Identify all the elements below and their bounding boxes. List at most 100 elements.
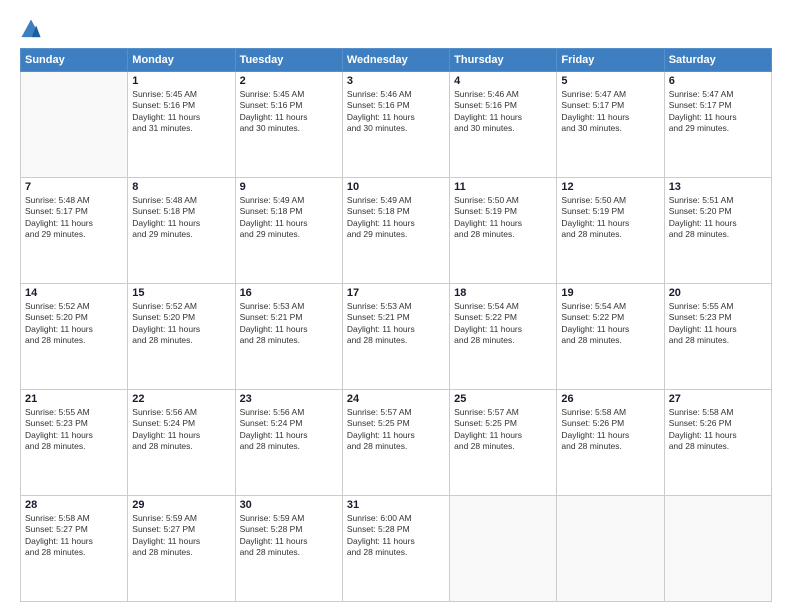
calendar-week-row: 28 Sunrise: 5:58 AM Sunset: 5:27 PM Dayli… [21, 496, 772, 602]
calendar-cell: 20 Sunrise: 5:55 AM Sunset: 5:23 PM Dayli… [664, 284, 771, 390]
day-number: 17 [347, 287, 445, 299]
calendar-cell: 18 Sunrise: 5:54 AM Sunset: 5:22 PM Dayli… [450, 284, 557, 390]
day-info: Sunrise: 5:54 AM Sunset: 5:22 PM Dayligh… [561, 301, 659, 347]
calendar-cell [21, 72, 128, 178]
calendar-cell: 30Sunrise: 5:59 AM Sunset: 5:28 PM Dayli… [235, 496, 342, 602]
logo-area [20, 18, 44, 40]
calendar-cell: 29 Sunrise: 5:59 AM Sunset: 5:27 PM Dayli… [128, 496, 235, 602]
calendar-cell: 9 Sunrise: 5:49 AM Sunset: 5:18 PM Daylig… [235, 178, 342, 284]
calendar-week-row: 21 Sunrise: 5:55 AM Sunset: 5:23 PM Dayli… [21, 390, 772, 496]
logo-icon [20, 18, 42, 40]
day-number: 1 [132, 75, 230, 87]
calendar-cell: 7 Sunrise: 5:48 AM Sunset: 5:17 PM Daylig… [21, 178, 128, 284]
calendar-cell: 1 Sunrise: 5:45 AM Sunset: 5:16 PM Daylig… [128, 72, 235, 178]
day-number: 22 [132, 393, 230, 405]
calendar-cell: 26Sunrise: 5:58 AM Sunset: 5:26 PM Dayli… [557, 390, 664, 496]
calendar-week-row: 1 Sunrise: 5:45 AM Sunset: 5:16 PM Daylig… [21, 72, 772, 178]
calendar-cell: 8 Sunrise: 5:48 AM Sunset: 5:18 PM Daylig… [128, 178, 235, 284]
day-info: Sunrise: 5:48 AM Sunset: 5:18 PM Dayligh… [132, 195, 230, 241]
day-info: Sunrise: 5:49 AM Sunset: 5:18 PM Dayligh… [240, 195, 338, 241]
day-number: 15 [132, 287, 230, 299]
calendar-cell: 19 Sunrise: 5:54 AM Sunset: 5:22 PM Dayli… [557, 284, 664, 390]
day-number: 8 [132, 181, 230, 193]
day-info: Sunrise: 5:47 AM Sunset: 5:17 PM Dayligh… [669, 89, 767, 135]
day-number: 27 [669, 393, 767, 405]
calendar-cell: 6 Sunrise: 5:47 AM Sunset: 5:17 PM Daylig… [664, 72, 771, 178]
day-number: 2 [240, 75, 338, 87]
day-info: Sunrise: 5:55 AM Sunset: 5:23 PM Dayligh… [25, 407, 123, 453]
day-info: Sunrise: 5:46 AM Sunset: 5:16 PM Dayligh… [347, 89, 445, 135]
day-number: 9 [240, 181, 338, 193]
day-number: 4 [454, 75, 552, 87]
calendar-cell: 24 Sunrise: 5:57 AM Sunset: 5:25 PM Dayli… [342, 390, 449, 496]
day-info: Sunrise: 5:51 AM Sunset: 5:20 PM Dayligh… [669, 195, 767, 241]
calendar-cell: 5Sunrise: 5:47 AM Sunset: 5:17 PM Daylig… [557, 72, 664, 178]
day-info: Sunrise: 5:52 AM Sunset: 5:20 PM Dayligh… [132, 301, 230, 347]
day-number: 30 [240, 499, 338, 511]
day-info: Sunrise: 5:58 AM Sunset: 5:26 PM Dayligh… [561, 407, 659, 453]
day-info: Sunrise: 5:59 AM Sunset: 5:27 PM Dayligh… [132, 513, 230, 559]
day-number: 24 [347, 393, 445, 405]
calendar-cell: 27 Sunrise: 5:58 AM Sunset: 5:26 PM Dayli… [664, 390, 771, 496]
calendar-cell: 3Sunrise: 5:46 AM Sunset: 5:16 PM Daylig… [342, 72, 449, 178]
day-number: 12 [561, 181, 659, 193]
day-info: Sunrise: 5:45 AM Sunset: 5:16 PM Dayligh… [240, 89, 338, 135]
day-number: 31 [347, 499, 445, 511]
calendar-cell: 12 Sunrise: 5:50 AM Sunset: 5:19 PM Dayli… [557, 178, 664, 284]
day-number: 21 [25, 393, 123, 405]
day-info: Sunrise: 5:50 AM Sunset: 5:19 PM Dayligh… [561, 195, 659, 241]
day-info: Sunrise: 5:58 AM Sunset: 5:26 PM Dayligh… [669, 407, 767, 453]
day-number: 10 [347, 181, 445, 193]
calendar-header-row: SundayMondayTuesdayWednesdayThursdayFrid… [21, 49, 772, 72]
day-number: 28 [25, 499, 123, 511]
day-number: 19 [561, 287, 659, 299]
day-info: Sunrise: 5:50 AM Sunset: 5:19 PM Dayligh… [454, 195, 552, 241]
weekday-header-thursday: Thursday [450, 49, 557, 72]
calendar-cell: 17 Sunrise: 5:53 AM Sunset: 5:21 PM Dayli… [342, 284, 449, 390]
day-info: Sunrise: 5:57 AM Sunset: 5:25 PM Dayligh… [454, 407, 552, 453]
weekday-header-saturday: Saturday [664, 49, 771, 72]
logo [20, 18, 44, 40]
day-info: Sunrise: 5:47 AM Sunset: 5:17 PM Dayligh… [561, 89, 659, 135]
calendar-week-row: 14 Sunrise: 5:52 AM Sunset: 5:20 PM Dayli… [21, 284, 772, 390]
day-info: Sunrise: 5:49 AM Sunset: 5:18 PM Dayligh… [347, 195, 445, 241]
day-number: 13 [669, 181, 767, 193]
calendar-cell: 31 Sunrise: 6:00 AM Sunset: 5:28 PM Dayli… [342, 496, 449, 602]
day-info: Sunrise: 5:53 AM Sunset: 5:21 PM Dayligh… [347, 301, 445, 347]
calendar-cell: 10 Sunrise: 5:49 AM Sunset: 5:18 PM Dayli… [342, 178, 449, 284]
day-number: 6 [669, 75, 767, 87]
calendar-week-row: 7 Sunrise: 5:48 AM Sunset: 5:17 PM Daylig… [21, 178, 772, 284]
day-info: Sunrise: 5:56 AM Sunset: 5:24 PM Dayligh… [240, 407, 338, 453]
calendar-cell: 13 Sunrise: 5:51 AM Sunset: 5:20 PM Dayli… [664, 178, 771, 284]
calendar-cell [557, 496, 664, 602]
day-info: Sunrise: 5:57 AM Sunset: 5:25 PM Dayligh… [347, 407, 445, 453]
day-info: Sunrise: 5:45 AM Sunset: 5:16 PM Dayligh… [132, 89, 230, 135]
calendar-cell: 15 Sunrise: 5:52 AM Sunset: 5:20 PM Dayli… [128, 284, 235, 390]
day-number: 7 [25, 181, 123, 193]
day-number: 14 [25, 287, 123, 299]
day-number: 11 [454, 181, 552, 193]
calendar-cell: 25 Sunrise: 5:57 AM Sunset: 5:25 PM Dayli… [450, 390, 557, 496]
day-number: 29 [132, 499, 230, 511]
day-number: 18 [454, 287, 552, 299]
day-info: Sunrise: 5:58 AM Sunset: 5:27 PM Dayligh… [25, 513, 123, 559]
day-number: 25 [454, 393, 552, 405]
weekday-header-friday: Friday [557, 49, 664, 72]
weekday-header-sunday: Sunday [21, 49, 128, 72]
calendar-cell: 11 Sunrise: 5:50 AM Sunset: 5:19 PM Dayli… [450, 178, 557, 284]
day-info: Sunrise: 5:48 AM Sunset: 5:17 PM Dayligh… [25, 195, 123, 241]
day-info: Sunrise: 5:46 AM Sunset: 5:16 PM Dayligh… [454, 89, 552, 135]
day-number: 20 [669, 287, 767, 299]
calendar-cell: 28 Sunrise: 5:58 AM Sunset: 5:27 PM Dayli… [21, 496, 128, 602]
calendar-cell [664, 496, 771, 602]
header [20, 18, 772, 40]
weekday-header-monday: Monday [128, 49, 235, 72]
calendar-cell: 4 Sunrise: 5:46 AM Sunset: 5:16 PM Daylig… [450, 72, 557, 178]
page: SundayMondayTuesdayWednesdayThursdayFrid… [0, 0, 792, 612]
calendar-table: SundayMondayTuesdayWednesdayThursdayFrid… [20, 48, 772, 602]
day-info: Sunrise: 6:00 AM Sunset: 5:28 PM Dayligh… [347, 513, 445, 559]
calendar-cell: 23Sunrise: 5:56 AM Sunset: 5:24 PM Dayli… [235, 390, 342, 496]
day-info: Sunrise: 5:55 AM Sunset: 5:23 PM Dayligh… [669, 301, 767, 347]
day-info: Sunrise: 5:54 AM Sunset: 5:22 PM Dayligh… [454, 301, 552, 347]
day-info: Sunrise: 5:53 AM Sunset: 5:21 PM Dayligh… [240, 301, 338, 347]
